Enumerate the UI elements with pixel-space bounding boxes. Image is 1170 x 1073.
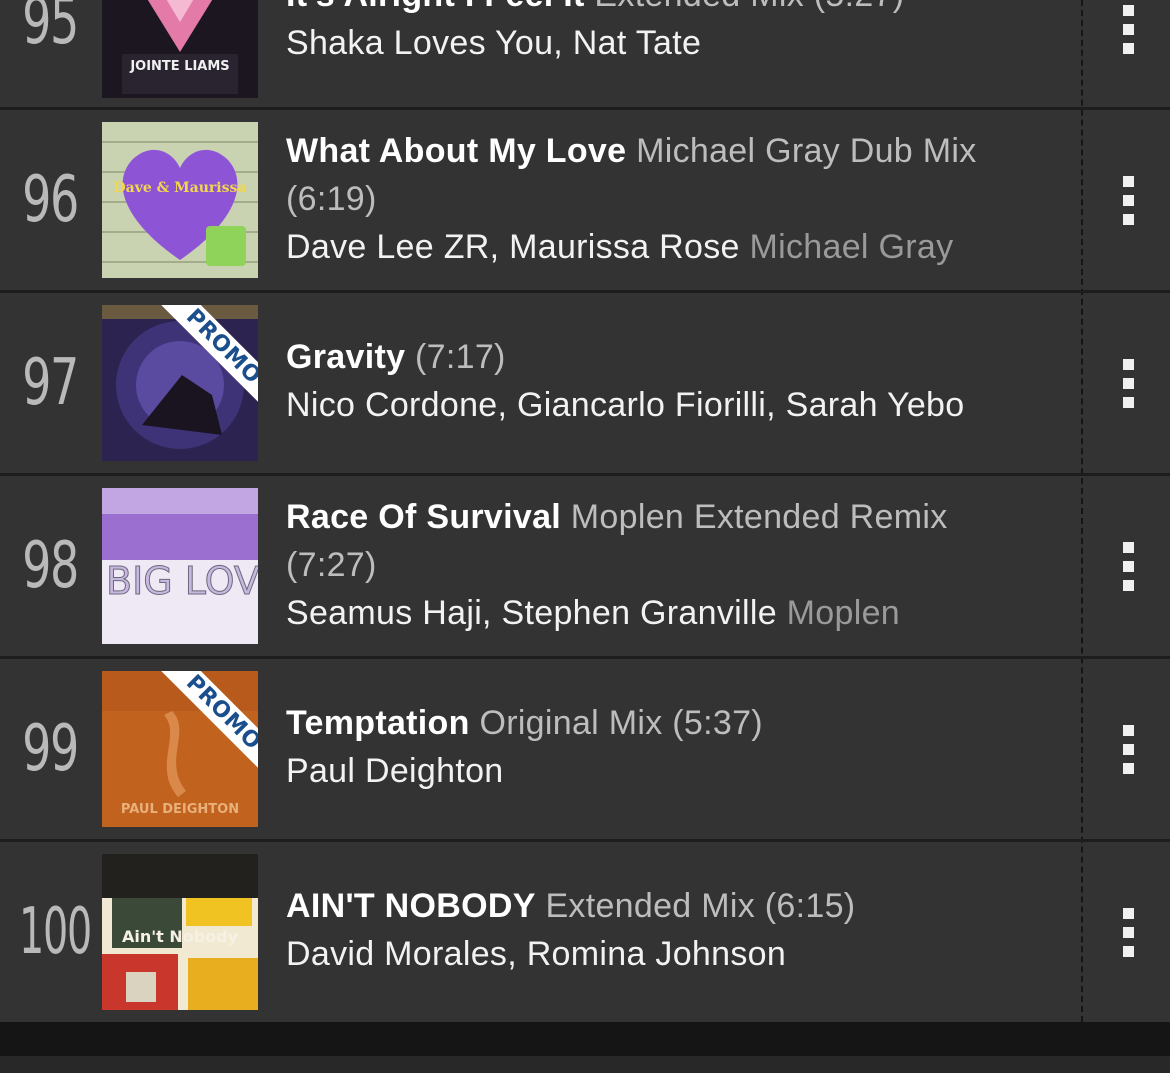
track-artists[interactable]: David Morales, Romina Johnson xyxy=(286,930,1056,978)
artwork-text: Dave & Maurissa xyxy=(114,180,247,196)
track-info: It's Alright I Feel It Extended Mix (5:2… xyxy=(286,0,1056,67)
track-artists[interactable]: Shaka Loves You, Nat Tate xyxy=(286,19,1056,67)
artwork-text: BIG LOVE xyxy=(106,559,258,603)
track-artwork[interactable]: Ain't Nobody xyxy=(102,854,258,1010)
track-artists[interactable]: Paul Deighton xyxy=(286,747,1056,795)
track-info: Gravity (7:17) Nico Cordone, Giancarlo F… xyxy=(286,333,1056,429)
more-vertical-icon[interactable] xyxy=(1114,908,1142,964)
track-artists[interactable]: Nico Cordone, Giancarlo Fiorilli, Sarah … xyxy=(286,381,1056,429)
track-artists-line: Seamus Haji, Stephen Granville Moplen xyxy=(286,589,1056,637)
more-vertical-icon[interactable] xyxy=(1114,5,1142,61)
track-artwork[interactable]: PAUL DEIGHTON PROMO xyxy=(102,671,258,827)
track-mix: Extended Mix (5:27) xyxy=(594,0,904,14)
more-vertical-icon[interactable] xyxy=(1114,542,1142,598)
track-mix: Original Mix (5:37) xyxy=(479,704,763,742)
track-mix: Moplen Extended Remix xyxy=(570,498,948,536)
track-artwork[interactable]: JOINTE LIAMS xyxy=(102,0,258,98)
track-remixer[interactable]: Moplen xyxy=(787,594,900,632)
track-rank: 95 xyxy=(22,0,79,59)
track-mix: Extended Mix (6:15) xyxy=(545,887,856,925)
track-title[interactable]: Race Of Survival xyxy=(286,498,561,536)
track-title-line: Race Of Survival Moplen Extended Remix xyxy=(286,493,1056,541)
track-row[interactable]: 95 JOINTE LIAMS It's Alright I Feel It E… xyxy=(0,0,1170,110)
artwork-text: JOINTE LIAMS xyxy=(129,59,229,74)
track-row[interactable]: 99 PAUL DEIGHTON PROMO Temptation Origin… xyxy=(0,659,1170,842)
track-remixer[interactable]: Michael Gray xyxy=(750,228,954,266)
track-mix: (7:17) xyxy=(415,338,506,376)
track-title[interactable]: Temptation xyxy=(286,704,470,742)
track-rank: 98 xyxy=(22,529,79,603)
track-title[interactable]: What About My Love xyxy=(286,132,626,170)
track-rank: 97 xyxy=(22,346,79,420)
track-artwork[interactable]: Dave & Maurissa xyxy=(102,122,258,278)
track-artwork[interactable]: BIG LOVE xyxy=(102,488,258,644)
track-info: Race Of Survival Moplen Extended Remix (… xyxy=(286,493,1056,637)
artwork-text: PAUL DEIGHTON xyxy=(121,802,239,817)
track-rank: 100 xyxy=(19,895,92,969)
track-title[interactable]: Gravity xyxy=(286,338,405,376)
track-rank: 96 xyxy=(22,163,79,237)
more-vertical-icon[interactable] xyxy=(1114,176,1142,232)
track-title-line: AIN'T NOBODY Extended Mix (6:15) xyxy=(286,882,1056,930)
track-info: What About My Love Michael Gray Dub Mix … xyxy=(286,127,1056,271)
artwork-text: Ain't Nobody xyxy=(122,927,239,946)
track-mix-duration: (6:19) xyxy=(286,180,377,218)
track-artists[interactable]: Seamus Haji, Stephen Granville xyxy=(286,594,777,632)
track-title-line: It's Alright I Feel It Extended Mix (5:2… xyxy=(286,0,1056,19)
track-row[interactable]: 100 Ain't Nobody AIN'T NOBODY Extended M… xyxy=(0,842,1170,1022)
more-vertical-icon[interactable] xyxy=(1114,359,1142,415)
track-title-line: Gravity (7:17) xyxy=(286,333,1056,381)
track-title-line: Temptation Original Mix (5:37) xyxy=(286,699,1056,747)
track-title[interactable]: AIN'T NOBODY xyxy=(286,887,536,925)
more-vertical-icon[interactable] xyxy=(1114,725,1142,781)
track-rank: 99 xyxy=(22,712,79,786)
track-artwork[interactable]: PROMO xyxy=(102,305,258,461)
track-artists[interactable]: Dave Lee ZR, Maurissa Rose xyxy=(286,228,740,266)
track-info: AIN'T NOBODY Extended Mix (6:15) David M… xyxy=(286,882,1056,978)
track-mix: Michael Gray Dub Mix xyxy=(636,132,977,170)
track-info: Temptation Original Mix (5:37) Paul Deig… xyxy=(286,699,1056,795)
track-row[interactable]: 97 PROMO Gravity (7:17) Nico Cordone, Gi… xyxy=(0,293,1170,476)
track-artists-line: Dave Lee ZR, Maurissa Rose Michael Gray xyxy=(286,223,1056,271)
track-mix-duration: (7:27) xyxy=(286,546,377,584)
track-row[interactable]: 96 Dave & Maurissa What About My Love Mi… xyxy=(0,110,1170,293)
track-row[interactable]: 98 BIG LOVE Race Of Survival Moplen Exte… xyxy=(0,476,1170,659)
bottom-bar xyxy=(0,1022,1170,1056)
track-title[interactable]: It's Alright I Feel It xyxy=(286,0,585,14)
track-list: 95 JOINTE LIAMS It's Alright I Feel It E… xyxy=(0,0,1170,1022)
track-title-line: What About My Love Michael Gray Dub Mix xyxy=(286,127,1056,175)
